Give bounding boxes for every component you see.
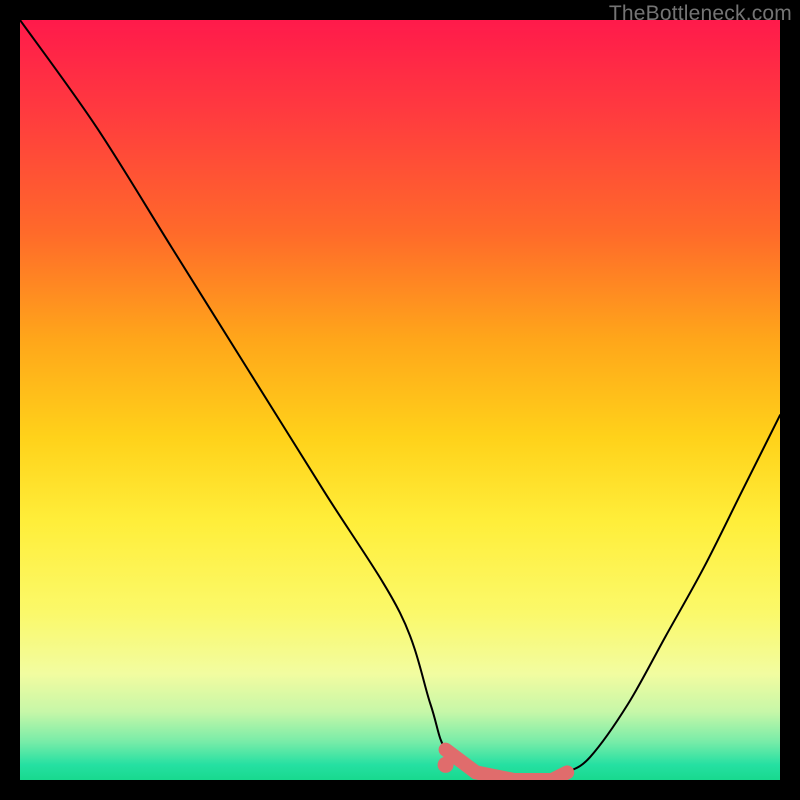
plot-area: [20, 20, 780, 780]
optimal-range-highlight: [446, 750, 568, 780]
chart-stage: TheBottleneck.com: [0, 0, 800, 800]
bottleneck-curve-path: [20, 20, 780, 780]
optimal-start-dot: [438, 757, 454, 773]
curve-svg: [20, 20, 780, 780]
